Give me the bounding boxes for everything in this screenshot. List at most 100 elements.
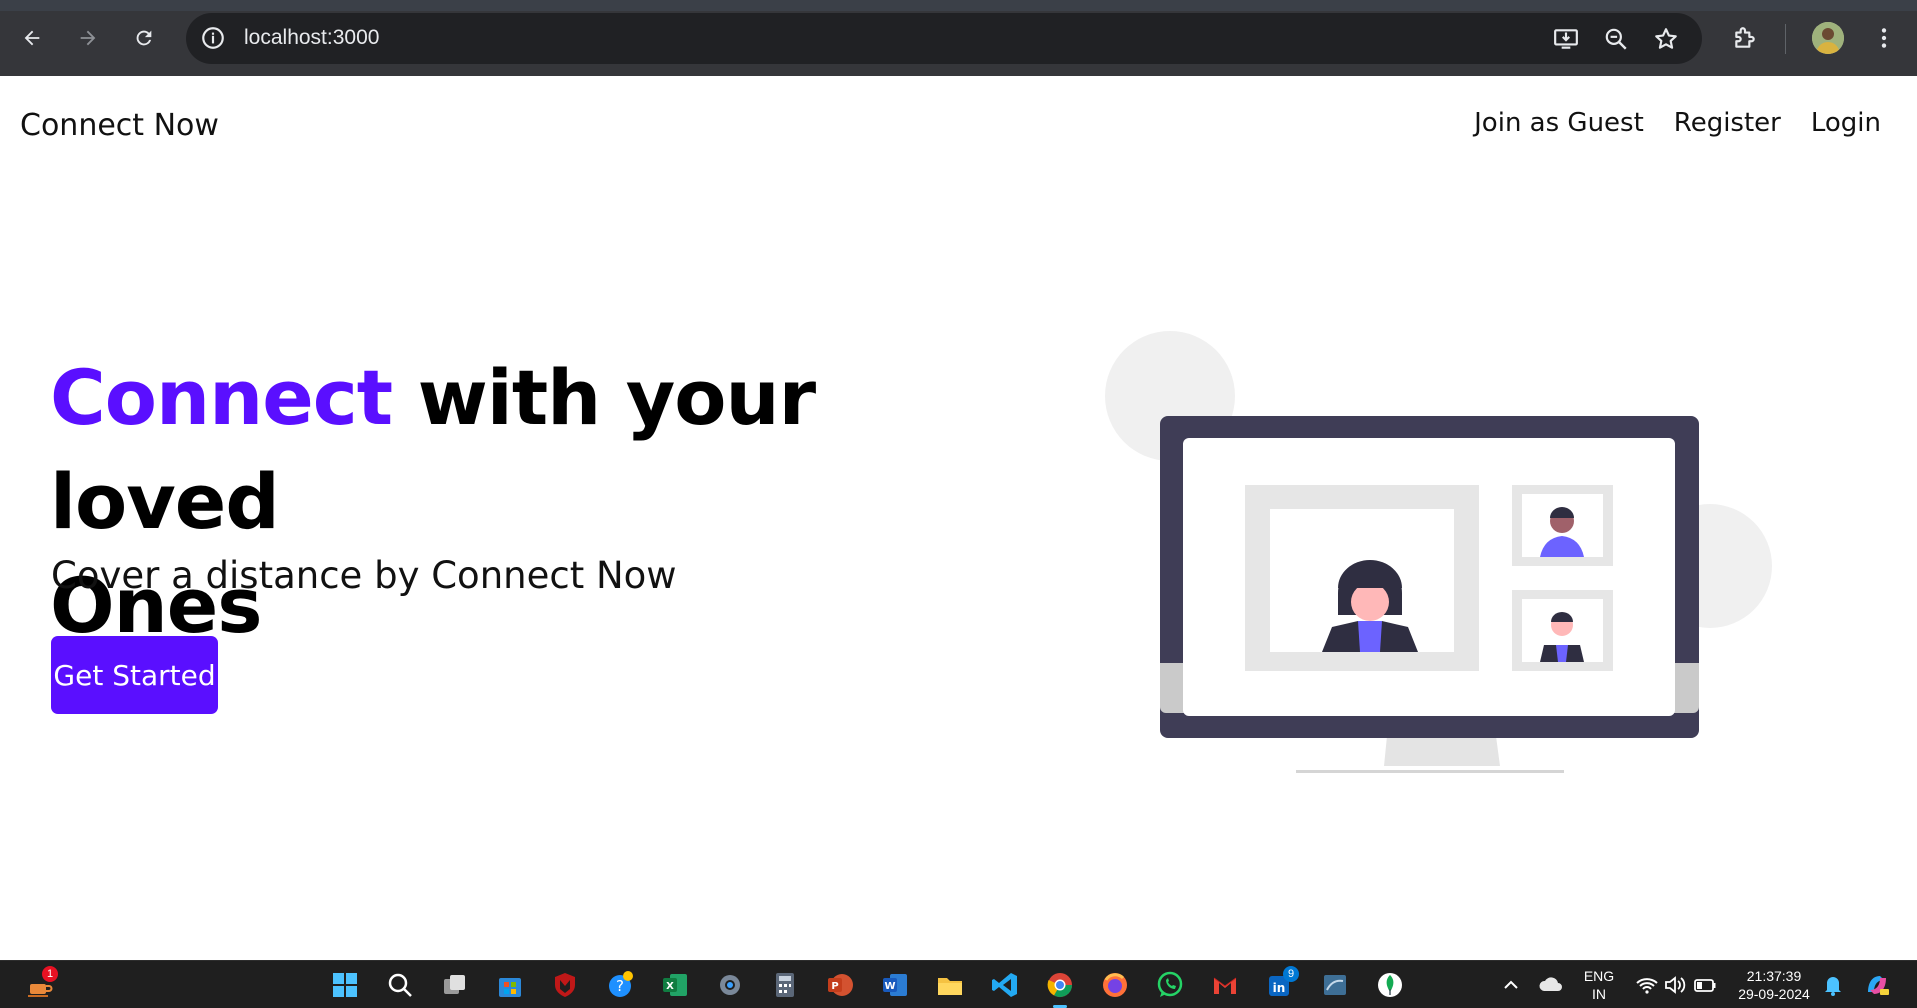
taskbar-store[interactable] bbox=[493, 968, 527, 1002]
gmail-icon bbox=[1213, 977, 1237, 994]
taskbar-word[interactable]: W bbox=[878, 968, 912, 1002]
extensions-button[interactable] bbox=[1727, 20, 1763, 56]
store-icon bbox=[499, 978, 521, 997]
taskbar-search[interactable] bbox=[383, 968, 417, 1002]
taskbar-mcafee[interactable] bbox=[548, 968, 582, 1002]
video-call-illustration bbox=[1105, 331, 1772, 773]
cloud-icon bbox=[1539, 977, 1562, 991]
database-icon bbox=[1324, 975, 1346, 995]
powerpoint-icon: P bbox=[828, 974, 853, 996]
tab-strip bbox=[0, 0, 1917, 11]
taskbar-widgets[interactable]: 1 bbox=[22, 966, 58, 1002]
hero-subtitle: Cover a distance by Connect Now bbox=[51, 554, 677, 597]
address-bar[interactable]: localhost:3000 bbox=[186, 13, 1702, 64]
firefox-icon bbox=[1103, 973, 1127, 997]
zoom-out-icon bbox=[1605, 28, 1627, 50]
top-nav: Join as Guest Register Login bbox=[1474, 108, 1881, 138]
vscode-icon bbox=[992, 973, 1017, 997]
reload-icon bbox=[136, 30, 152, 46]
install-icon bbox=[1554, 29, 1578, 49]
taskbar-firefox[interactable] bbox=[1098, 968, 1132, 1002]
get-started-button[interactable]: Get Started bbox=[51, 636, 218, 714]
gear-icon bbox=[720, 975, 740, 995]
shield-icon bbox=[555, 973, 575, 997]
taskbar-linkedin[interactable]: in 9 bbox=[1263, 966, 1299, 1002]
taskbar: 1 ? X P W in 9 ENG IN 21:37:39 29-09-202… bbox=[0, 960, 1917, 1008]
taskbar-settings[interactable] bbox=[713, 968, 747, 1002]
task-view-icon bbox=[444, 975, 465, 994]
taskbar-mongodb[interactable] bbox=[1373, 968, 1407, 1002]
url-text[interactable]: localhost:3000 bbox=[244, 26, 379, 50]
taskbar-mysql[interactable] bbox=[1318, 968, 1352, 1002]
arrow-right-icon bbox=[80, 30, 96, 46]
taskbar-start[interactable] bbox=[328, 968, 362, 1002]
bell-icon bbox=[1825, 977, 1841, 996]
tray-volume[interactable] bbox=[1658, 968, 1692, 1002]
region-code: IN bbox=[1592, 986, 1606, 1002]
zoom-button[interactable] bbox=[1602, 25, 1630, 53]
tray-clock[interactable]: 21:37:39 29-09-2024 bbox=[1728, 967, 1820, 1003]
kebab-menu-icon bbox=[1881, 28, 1887, 48]
language-code: ENG bbox=[1583, 968, 1615, 984]
leaf-icon bbox=[1378, 973, 1402, 997]
profile-avatar[interactable] bbox=[1812, 22, 1844, 54]
browser-chrome: localhost:3000 bbox=[0, 0, 1917, 76]
bookmark-button[interactable] bbox=[1652, 25, 1680, 53]
taskbar-file-explorer[interactable] bbox=[933, 968, 967, 1002]
menu-button[interactable] bbox=[1866, 20, 1902, 56]
tray-battery[interactable] bbox=[1688, 968, 1722, 1002]
windows-icon bbox=[333, 973, 357, 997]
hero-title-accent: Connect bbox=[50, 353, 393, 442]
search-icon bbox=[388, 973, 412, 997]
clock-date: 29-09-2024 bbox=[1738, 986, 1810, 1002]
notification-badge: 1 bbox=[42, 966, 58, 982]
hero-title: Connect with your loved Ones bbox=[50, 346, 1050, 658]
site-info-icon[interactable] bbox=[200, 25, 226, 51]
svg-text:W: W bbox=[884, 981, 895, 992]
woman-face bbox=[1351, 583, 1389, 621]
tray-onedrive[interactable] bbox=[1534, 968, 1568, 1002]
help-icon: ? bbox=[609, 971, 633, 997]
word-icon: W bbox=[883, 974, 907, 996]
whatsapp-icon bbox=[1157, 971, 1183, 997]
nav-join-as-guest[interactable]: Join as Guest bbox=[1474, 108, 1644, 138]
install-app-button[interactable] bbox=[1552, 25, 1580, 53]
taskbar-whatsapp[interactable] bbox=[1153, 968, 1187, 1002]
linkedin-badge: 9 bbox=[1283, 966, 1299, 982]
back-button[interactable] bbox=[14, 20, 50, 56]
taskbar-task-view[interactable] bbox=[438, 968, 472, 1002]
chrome-icon bbox=[1047, 973, 1072, 998]
reload-button[interactable] bbox=[126, 20, 162, 56]
svg-text:in: in bbox=[1273, 981, 1286, 995]
forward-button[interactable] bbox=[70, 20, 106, 56]
monitor-base bbox=[1296, 770, 1564, 773]
taskbar-excel[interactable]: X bbox=[658, 968, 692, 1002]
taskbar-powerpoint[interactable]: P bbox=[823, 968, 857, 1002]
svg-text:?: ? bbox=[616, 977, 624, 995]
web-page: Connect Now Join as Guest Register Login… bbox=[0, 76, 1917, 960]
taskbar-chrome[interactable] bbox=[1043, 968, 1077, 1002]
svg-text:P: P bbox=[831, 981, 838, 992]
woman-shirt bbox=[1358, 621, 1382, 652]
taskbar-help[interactable]: ? bbox=[603, 968, 637, 1002]
nav-register[interactable]: Register bbox=[1674, 108, 1781, 138]
toolbar-divider bbox=[1785, 24, 1786, 54]
clock-time: 21:37:39 bbox=[1746, 968, 1802, 984]
taskbar-vscode[interactable] bbox=[988, 968, 1022, 1002]
tray-language[interactable]: ENG IN bbox=[1578, 967, 1620, 1003]
arrow-left-icon bbox=[24, 30, 40, 46]
tray-notifications[interactable] bbox=[1816, 968, 1850, 1002]
battery-icon bbox=[1694, 979, 1716, 992]
taskbar-calculator[interactable] bbox=[768, 968, 802, 1002]
taskbar-gmail[interactable] bbox=[1208, 968, 1242, 1002]
calculator-icon bbox=[776, 973, 794, 997]
copilot-icon bbox=[1868, 976, 1889, 995]
excel-icon: X bbox=[663, 974, 687, 996]
nav-login[interactable]: Login bbox=[1811, 108, 1881, 138]
taskbar-copilot[interactable] bbox=[1860, 968, 1894, 1002]
brand-logo[interactable]: Connect Now bbox=[20, 108, 219, 143]
folder-icon bbox=[938, 978, 962, 995]
chevron-up-icon bbox=[1504, 980, 1518, 989]
tray-show-hidden[interactable] bbox=[1494, 968, 1528, 1002]
star-icon bbox=[1655, 28, 1677, 49]
